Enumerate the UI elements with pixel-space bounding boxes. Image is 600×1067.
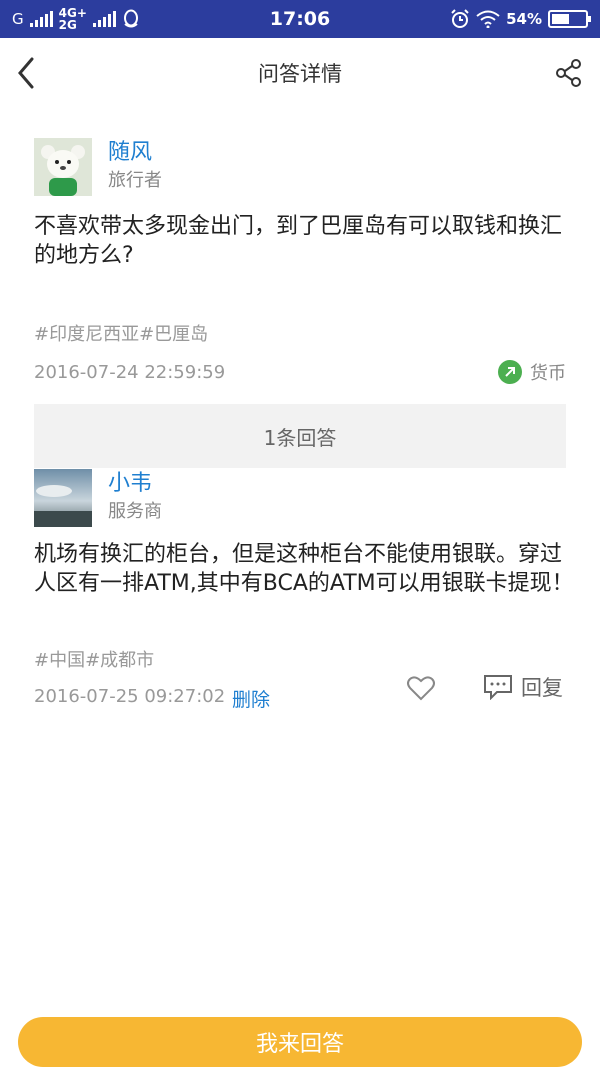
answer-author-name[interactable]: 小韦 [108, 469, 162, 499]
signal-icon [29, 11, 53, 27]
network-bottom-label: 2G [58, 18, 77, 32]
answer-tags[interactable]: #中国#成都市 [34, 646, 154, 672]
answers-count-label: 1条回答 [263, 425, 337, 450]
comment-icon [484, 675, 512, 700]
question-author-role: 旅行者 [108, 170, 162, 191]
delete-button[interactable]: 删除 [232, 685, 270, 712]
status-right: 54% [450, 9, 591, 29]
heart-icon[interactable] [406, 674, 436, 702]
answers-count-bar: 1条回答 [34, 404, 566, 468]
page-title: 问答详情 [258, 62, 342, 86]
answer-author-meta: 小韦 服务商 [108, 469, 162, 525]
qq-icon [123, 9, 138, 28]
question-author-name[interactable]: 随风 [108, 138, 162, 168]
category-tag[interactable]: 货币 [498, 359, 566, 385]
battery-level [552, 14, 570, 24]
question-date: 2016-07-24 22:59:59 [34, 362, 226, 383]
category-label: 货币 [530, 363, 566, 384]
back-arrow-icon[interactable] [12, 55, 44, 91]
reply-button[interactable]: 回复 [483, 672, 563, 702]
battery-percent: 54% [506, 10, 542, 28]
reply-label: 回复 [521, 676, 563, 700]
status-bar: G 4G+ 2G 17:06 54% [0, 0, 600, 38]
wifi-icon [476, 10, 500, 28]
answer-text: 机场有换汇的柜台，但是这种柜台不能使用银联。穿过人区有一排ATM,其中有BCA的… [34, 542, 574, 596]
answer-date: 2016-07-25 09:27:02 [34, 686, 226, 707]
question-author-avatar[interactable] [34, 138, 92, 196]
answer-author-role: 服务商 [108, 501, 162, 522]
write-answer-label: 我来回答 [255, 1032, 344, 1057]
currency-icon [498, 360, 522, 384]
battery-icon [548, 10, 591, 28]
signal-icon-2 [92, 11, 116, 27]
answer-author-avatar[interactable] [34, 469, 92, 527]
carrier-label: G [12, 10, 24, 28]
share-icon[interactable] [554, 58, 584, 88]
question-author[interactable]: 随风 旅行者 [34, 138, 162, 196]
question-author-meta: 随风 旅行者 [108, 138, 162, 194]
network-type: 4G+ 2G [59, 7, 87, 31]
answer-author[interactable]: 小韦 服务商 [34, 469, 162, 527]
question-tags[interactable]: #印度尼西亚#巴厘岛 [34, 320, 208, 346]
write-answer-button[interactable]: 我来回答 [18, 1017, 582, 1067]
status-left: G 4G+ 2G [12, 7, 140, 31]
question-text: 不喜欢带太多现金出门，到了巴厘岛有可以取钱和换汇的地方么? [34, 214, 563, 268]
alarm-icon [451, 9, 469, 28]
title-bar: 问答详情 [0, 38, 600, 108]
